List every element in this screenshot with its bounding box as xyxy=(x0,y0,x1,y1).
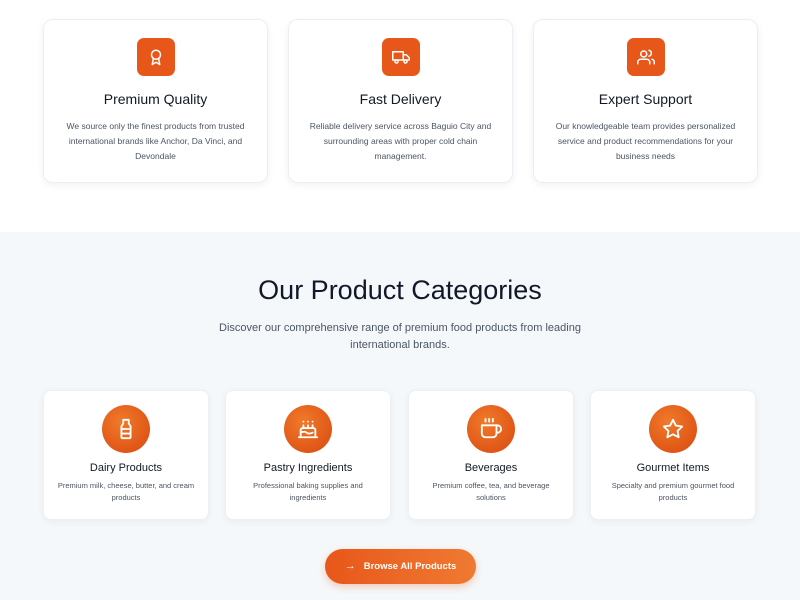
feature-card-expert-support: Expert Support Our knowledgeable team pr… xyxy=(533,19,758,183)
feature-card-fast-delivery: Fast Delivery Reliable delivery service … xyxy=(288,19,513,183)
category-card-dairy-products[interactable]: Dairy Products Premium milk, cheese, but… xyxy=(43,390,209,520)
category-description: Premium coffee, tea, and beverage soluti… xyxy=(432,481,550,502)
star-icon xyxy=(649,405,697,453)
section-title: Our Product Categories xyxy=(258,275,542,305)
category-description: Professional baking supplies and ingredi… xyxy=(253,481,363,502)
feature-title: Expert Support xyxy=(598,91,693,107)
feature-description: Our knowledgeable team provides personal… xyxy=(555,121,736,161)
category-title: Gourmet Items xyxy=(636,462,710,474)
arrow-right-icon: → xyxy=(344,560,356,572)
truck-icon xyxy=(381,38,420,76)
feature-title: Fast Delivery xyxy=(359,91,442,107)
users-icon xyxy=(626,38,665,76)
browse-button-label: Browse All Products xyxy=(363,561,457,572)
category-title: Beverages xyxy=(464,462,518,474)
award-icon xyxy=(136,38,175,76)
category-card-beverages[interactable]: Beverages Premium coffee, tea, and bever… xyxy=(408,390,574,520)
milk-bottle-icon xyxy=(102,405,150,453)
category-card-pastry-ingredients[interactable]: Pastry Ingredients Professional baking s… xyxy=(225,390,391,520)
category-card-gourmet-items[interactable]: Gourmet Items Specialty and premium gour… xyxy=(590,390,756,520)
cake-icon xyxy=(284,405,332,453)
feature-description: Reliable delivery service across Baguio … xyxy=(309,121,492,161)
feature-title: Premium Quality xyxy=(103,91,208,107)
category-title: Pastry Ingredients xyxy=(263,462,353,474)
feature-description: We source only the finest products from … xyxy=(66,121,245,161)
category-description: Premium milk, cheese, butter, and cream … xyxy=(57,481,195,502)
section-subtitle: Discover our comprehensive range of prem… xyxy=(219,322,581,351)
coffee-icon xyxy=(467,405,515,453)
category-description: Specialty and premium gourmet food produ… xyxy=(611,481,735,502)
browse-all-products-button[interactable]: → Browse All Products xyxy=(325,549,476,584)
product-categories-section: Our Product Categories Discover our comp… xyxy=(0,232,800,600)
category-title: Dairy Products xyxy=(89,462,163,474)
features-section: Premium Quality We source only the fines… xyxy=(0,0,800,232)
feature-card-premium-quality: Premium Quality We source only the fines… xyxy=(43,19,268,183)
